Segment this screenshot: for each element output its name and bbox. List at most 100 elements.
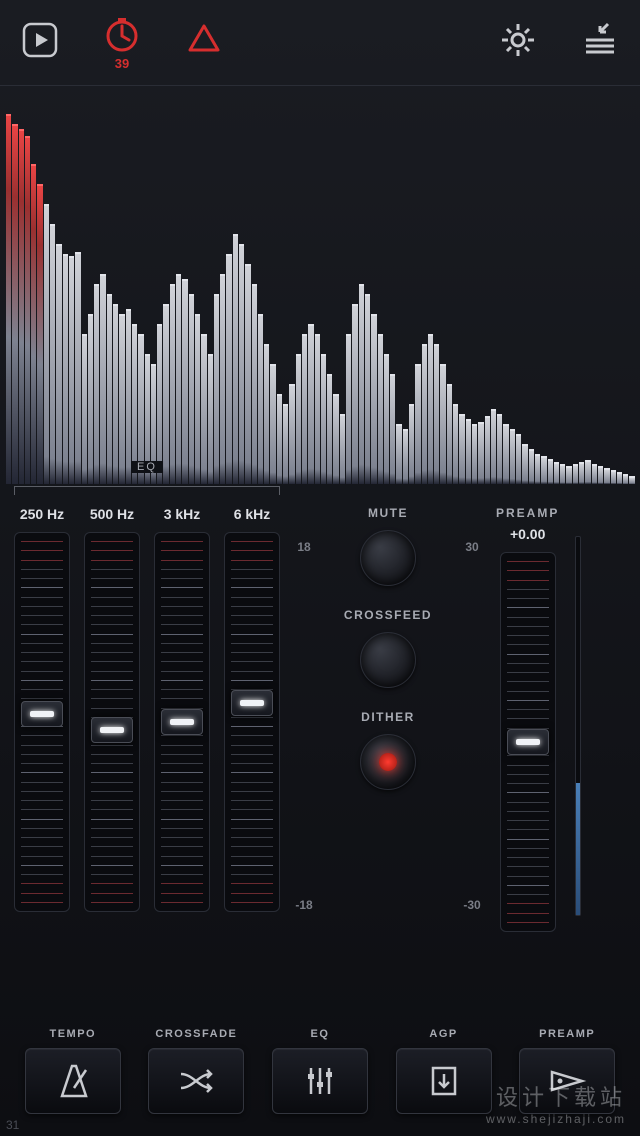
shuffle-icon: [175, 1060, 217, 1102]
eq-slider-1[interactable]: [84, 532, 140, 912]
preamp-scale-bot: -30: [463, 898, 480, 912]
eq-slider-3[interactable]: [224, 532, 280, 912]
amp-icon: [546, 1060, 588, 1102]
spectrum-bar: [100, 274, 105, 484]
spectrum-bar: [12, 124, 17, 484]
spectrum-bar: [19, 129, 24, 484]
eq-freq-0: 250 Hz: [20, 506, 64, 522]
eq-scale-top: 18: [297, 540, 310, 554]
spectrum-bar: [63, 254, 68, 484]
spectrum-bar: [88, 314, 93, 484]
preamp-scale-top: 30: [465, 540, 478, 554]
spectrum-bar: [384, 354, 389, 484]
timer-icon: [102, 14, 142, 54]
crossfade-label: CROSSFADE: [155, 1028, 237, 1040]
eq-freq-3: 6 kHz: [234, 506, 271, 522]
spectrum-bar: [170, 284, 175, 484]
spectrum-bar: [617, 472, 622, 484]
tempo-button[interactable]: [25, 1048, 121, 1114]
spectrum-bar: [182, 279, 187, 484]
spectrum-bar: [50, 224, 55, 484]
dither-knob[interactable]: [360, 734, 416, 790]
tempo-label: TEMPO: [49, 1028, 96, 1040]
eq-thumb-1[interactable]: [91, 717, 133, 743]
spectrum-bar: [245, 264, 250, 484]
spectrum-analyzer[interactable]: [0, 86, 640, 484]
spectrum-bar: [434, 344, 439, 484]
spectrum-bar: [220, 274, 225, 484]
preamp-title: PREAMP: [496, 506, 559, 520]
preamp-slider[interactable]: [500, 552, 556, 932]
spectrum-bar: [327, 374, 332, 484]
spectrum-bar: [510, 429, 515, 484]
spectrum-bar: [396, 424, 401, 484]
mute-label: MUTE: [368, 506, 408, 520]
knob-column: MUTE CROSSFEED DITHER: [328, 506, 448, 790]
alert-button[interactable]: [184, 20, 224, 65]
spectrum-bar: [315, 334, 320, 484]
eq-button[interactable]: [272, 1048, 368, 1114]
mute-knob[interactable]: [360, 530, 416, 586]
sleep-timer-button[interactable]: 39: [102, 14, 142, 71]
spectrum-bar: [346, 334, 351, 484]
spectrum-bar: [289, 384, 294, 484]
gear-icon: [498, 20, 538, 60]
spectrum-bar: [189, 294, 194, 484]
spectrum-bar: [340, 414, 345, 484]
settings-button[interactable]: [498, 20, 538, 65]
collapse-button[interactable]: [580, 20, 620, 65]
spectrum-bar: [371, 314, 376, 484]
agp-button[interactable]: [396, 1048, 492, 1114]
spectrum-bar: [522, 444, 527, 484]
crossfeed-label: CROSSFEED: [344, 608, 432, 622]
spectrum-bar: [270, 364, 275, 484]
spectrum-bar: [440, 364, 445, 484]
crossfeed-knob[interactable]: [360, 632, 416, 688]
spectrum-bar: [352, 304, 357, 484]
spectrum-bar: [573, 464, 578, 484]
spectrum-bar: [491, 409, 496, 484]
sliders-icon: [299, 1060, 341, 1102]
preamp-thumb[interactable]: [507, 729, 549, 755]
eq-slider-2[interactable]: [154, 532, 210, 912]
level-meter: [575, 536, 581, 916]
spectrum-bar: [214, 294, 219, 484]
collapse-icon: [580, 20, 620, 60]
spectrum-bar: [252, 284, 257, 484]
eq-thumb-0[interactable]: [21, 701, 63, 727]
spectrum-bar: [208, 354, 213, 484]
eq-slider-0[interactable]: [14, 532, 70, 912]
download-icon: [423, 1060, 465, 1102]
corner-number: 31: [6, 1118, 19, 1132]
eq-thumb-3[interactable]: [231, 690, 273, 716]
spectrum-bar: [409, 404, 414, 484]
spectrum-bar: [132, 324, 137, 484]
spectrum-bar: [390, 374, 395, 484]
eq-button-label: EQ: [311, 1028, 330, 1040]
spectrum-bar: [107, 294, 112, 484]
spectrum-bar: [592, 464, 597, 484]
spectrum-bar: [447, 384, 452, 484]
spectrum-bar: [157, 324, 162, 484]
spectrum-bar: [585, 460, 590, 484]
crossfade-button[interactable]: [148, 1048, 244, 1114]
eq-freq-1: 500 Hz: [90, 506, 134, 522]
eq-scale: 18 -18: [290, 536, 318, 916]
spectrum-bar: [548, 459, 553, 484]
spectrum-bar: [535, 454, 540, 484]
preamp-button-label: PREAMP: [539, 1028, 595, 1040]
eq-sliders: EQ 250 Hz 500 Hz 3 kHz 6 kHz: [14, 506, 280, 912]
spectrum-bar: [6, 114, 11, 484]
spectrum-bar: [629, 476, 634, 484]
spectrum-bar: [604, 468, 609, 484]
spectrum-bar: [472, 424, 477, 484]
play-button[interactable]: [20, 20, 60, 65]
spectrum-bar: [94, 284, 99, 484]
spectrum-bar: [503, 424, 508, 484]
play-icon: [20, 20, 60, 60]
bell-icon: [184, 20, 224, 60]
spectrum-bar: [415, 364, 420, 484]
preamp-button[interactable]: [519, 1048, 615, 1114]
eq-thumb-2[interactable]: [161, 709, 203, 735]
spectrum-bar: [403, 429, 408, 484]
